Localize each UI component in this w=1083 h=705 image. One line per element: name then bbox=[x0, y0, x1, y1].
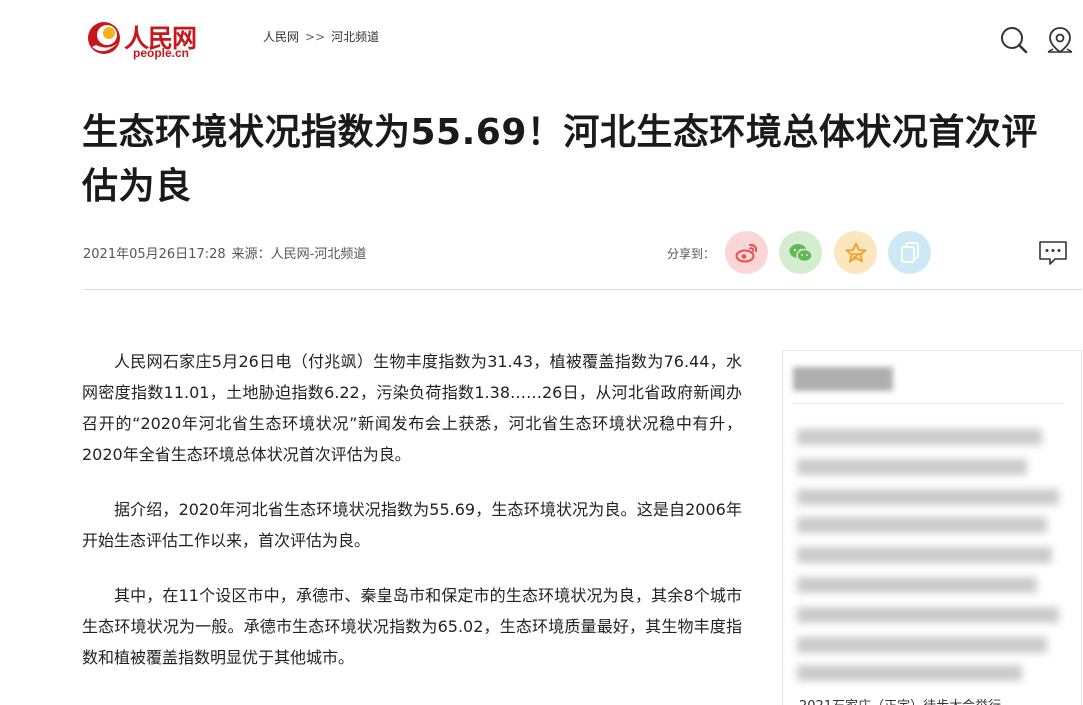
sidebar-item-blurred[interactable] bbox=[797, 577, 1037, 593]
wechat-icon bbox=[789, 243, 813, 262]
sidebar-item-blurred[interactable] bbox=[797, 637, 1047, 653]
sidebar-item-blurred[interactable] bbox=[797, 429, 1042, 445]
sidebar-item-blurred[interactable] bbox=[797, 459, 1027, 475]
sidebar-photo-caption[interactable]: 2021石家庄（正定）徒步大会举行 bbox=[799, 695, 1001, 705]
share-weibo-button[interactable] bbox=[725, 231, 768, 274]
breadcrumb: 人民网 >> 河北频道 bbox=[263, 28, 379, 45]
article-paragraph: 其中，在11个设区市中，承德市、秦皇岛市和保定市的生态环境状况为良，其余8个城市… bbox=[82, 586, 742, 667]
logo-text-en: people.cn bbox=[133, 46, 190, 60]
qzone-star-icon bbox=[845, 242, 866, 262]
breadcrumb-separator: >> bbox=[305, 30, 326, 44]
sidebar-item-blurred[interactable] bbox=[797, 607, 1059, 623]
logo-swirl-icon bbox=[88, 22, 120, 54]
sidebar-item-blurred[interactable] bbox=[797, 489, 1059, 505]
sidebar-item-blurred[interactable] bbox=[797, 517, 1047, 533]
meta-divider bbox=[83, 289, 1082, 290]
sidebar-related-panel: 2021石家庄（正定）徒步大会举行 bbox=[782, 350, 1082, 705]
article-paragraph: 人民网石家庄5月26日电（付兆飒）生物丰度指数为31.43，植被覆盖指数为76.… bbox=[82, 352, 742, 464]
article-meta: 2021年05月26日17:28 来源：人民网-河北频道 bbox=[83, 243, 366, 262]
copy-link-icon bbox=[900, 241, 919, 263]
sidebar-divider bbox=[793, 403, 1063, 404]
sidebar-item-blurred[interactable] bbox=[797, 665, 1022, 681]
publish-datetime: 2021年05月26日17:28 bbox=[83, 247, 226, 262]
location-pin-icon[interactable] bbox=[1045, 25, 1075, 57]
article-title: 生态环境状况指数为55.69！河北生态环境总体状况首次评估为良 bbox=[82, 112, 1038, 207]
share-wechat-button[interactable] bbox=[779, 231, 822, 274]
search-icon[interactable] bbox=[999, 25, 1029, 57]
sidebar-heading-blurred bbox=[793, 367, 893, 391]
article-source: 来源：人民网-河北频道 bbox=[231, 247, 367, 262]
people-logo[interactable]: 人民网 people.cn bbox=[86, 17, 206, 65]
share-copy-link-button[interactable] bbox=[888, 231, 931, 274]
share-qzone-button[interactable] bbox=[834, 231, 877, 274]
breadcrumb-hebei-channel[interactable]: 河北频道 bbox=[331, 30, 379, 44]
weibo-icon bbox=[735, 243, 757, 262]
comment-icon[interactable] bbox=[1038, 239, 1068, 267]
article-body: 人民网石家庄5月26日电（付兆飒）生物丰度指数为31.43，植被覆盖指数为76.… bbox=[82, 346, 742, 697]
breadcrumb-home[interactable]: 人民网 bbox=[263, 30, 299, 44]
article-paragraph: 据介绍，2020年河北省生态环境状况指数为55.69，生态环境状况为良。这是自2… bbox=[82, 500, 742, 550]
share-label: 分享到： bbox=[667, 247, 716, 261]
sidebar-item-blurred[interactable] bbox=[797, 547, 1052, 563]
